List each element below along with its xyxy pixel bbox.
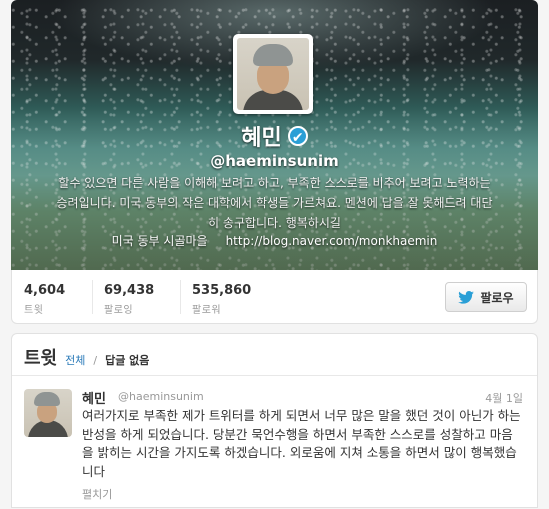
stat-followers[interactable]: 535,860 팔로워 (192, 283, 251, 316)
filter-no-replies-link[interactable]: 답글 없음 (105, 352, 149, 368)
tweet-author-name[interactable]: 혜민 (82, 388, 106, 407)
stat-following[interactable]: 69,438 팔로잉 (104, 283, 154, 316)
profile-avatar[interactable] (233, 34, 313, 114)
tweet-avatar[interactable] (24, 389, 72, 437)
twitter-bird-icon (458, 291, 475, 304)
stat-divider (180, 280, 181, 314)
tweet-expand-link[interactable]: 펼치기 (82, 486, 112, 502)
tweet-date[interactable]: 4월 1일 (485, 390, 523, 406)
profile-display-name: 혜민 (241, 126, 282, 151)
profile-url-link[interactable]: http://blog.naver.com/monkhaemin (226, 234, 438, 248)
follow-button-label: 팔로우 (480, 290, 514, 305)
tweet-text: 여러가지로 부족한 제가 트위터를 하게 되면서 너무 많은 말을 했던 것이 … (82, 408, 521, 479)
stat-tweets-value: 4,604 (24, 283, 66, 298)
profile-header: 혜민 ✔ @haeminsunim 할수 있으면 다른 사람을 이해해 보려고 하… (11, 0, 538, 270)
tweets-panel-header: 트윗 전체 / 답글 없음 (12, 334, 537, 376)
filter-all-link[interactable]: 전체 (65, 352, 85, 368)
filter-separator: / (93, 354, 98, 367)
profile-stats-bar: 4,604 트윗 69,438 팔로잉 535,860 팔로워 팔로우 (11, 270, 538, 324)
profile-name-row: 혜민 ✔ (11, 120, 538, 152)
stat-followers-label: 팔로워 (192, 305, 222, 316)
profile-page: 혜민 ✔ @haeminsunim 할수 있으면 다른 사람을 이해해 보려고 하… (11, 0, 538, 508)
tweet-author-handle[interactable]: @haeminsunim (118, 390, 204, 403)
stat-following-label: 팔로잉 (104, 305, 134, 316)
stat-followers-value: 535,860 (192, 283, 252, 298)
verified-badge-icon: ✔ (287, 126, 308, 146)
tweets-panel: 트윗 전체 / 답글 없음 혜민 @haeminsunim 4월 1일 여러가지… (11, 333, 538, 508)
profile-meta: 미국 동부 시골마을 http://blog.naver.com/monkhaem… (11, 232, 538, 249)
stat-following-value: 69,438 (104, 283, 155, 298)
profile-location: 미국 동부 시골마을 (111, 234, 208, 248)
stat-tweets[interactable]: 4,604 트윗 (24, 283, 65, 316)
profile-handle: @haeminsunim (210, 152, 339, 170)
tweet-item[interactable]: 혜민 @haeminsunim 4월 1일 여러가지로 부족한 제가 트위터를 … (12, 376, 537, 509)
follow-button[interactable]: 팔로우 (445, 282, 527, 312)
stat-tweets-label: 트윗 (24, 305, 44, 316)
stat-divider (92, 280, 93, 314)
profile-bio: 할수 있으면 다른 사람을 이해해 보려고 하고, 부족한 스스로를 비추어 보… (56, 176, 493, 230)
tweets-panel-title: 트윗 (24, 348, 58, 369)
